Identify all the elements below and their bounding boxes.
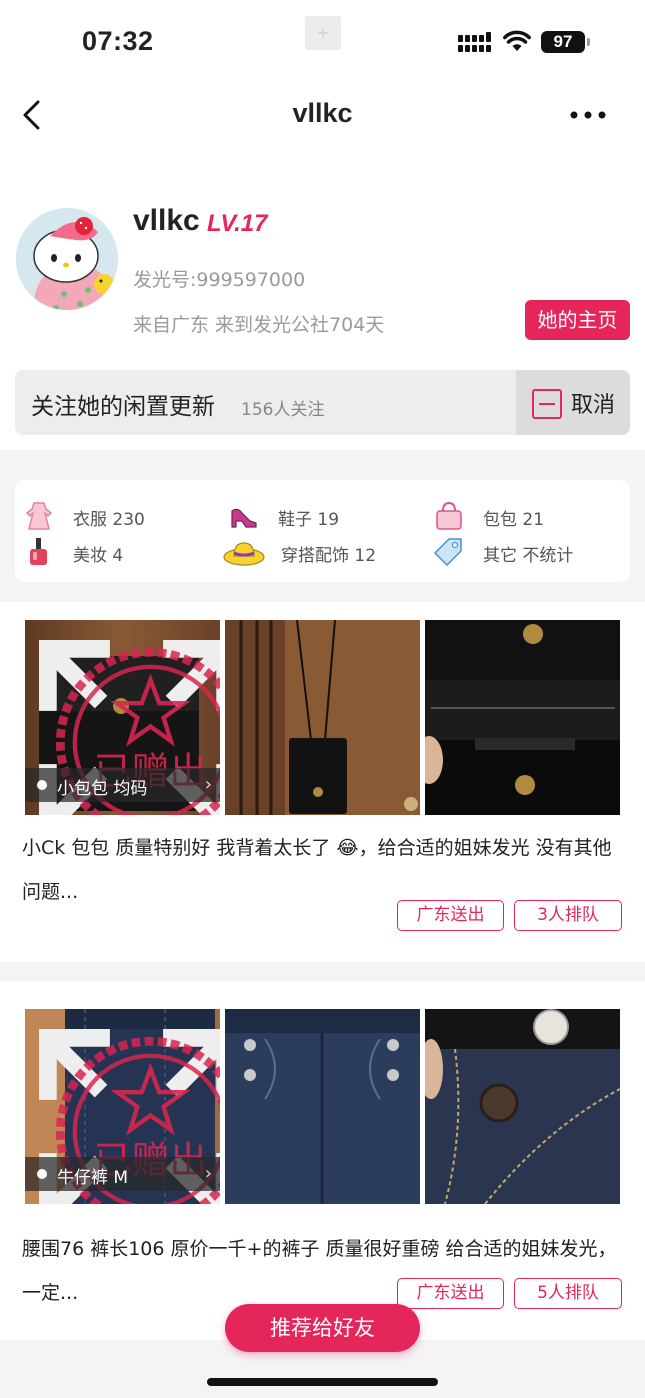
add-icon: + [305,16,341,50]
minus-box-icon [532,389,562,419]
category-makeup[interactable]: 美妆 4 [23,537,213,567]
jeans-button-photo [425,1009,620,1204]
user-id: 发光号:999597000 [133,269,306,291]
item-tag[interactable]: 牛仔裤 M › [25,1157,220,1191]
bag-open-photo [425,620,620,815]
her-homepage-button[interactable]: 她的主页 [525,300,630,340]
category-label: 包包 21 [483,510,545,530]
level-badge: LV.17 [207,210,268,237]
chevron-right-icon: › [204,774,212,795]
listing-photo[interactable] [225,620,420,815]
tag-icon [434,538,462,566]
listing-photo[interactable]: 已赠出 牛仔裤 M › [25,1009,220,1204]
more-options-icon[interactable] [568,108,608,122]
username: vllkc [133,204,200,237]
follower-count: 156人关注 [241,400,325,420]
item-tag[interactable]: 小包包 均码 › [25,768,220,802]
battery-icon: 97 [541,31,590,53]
status-bar: 07:32 + 97 [0,0,645,80]
listing-card[interactable]: 已赠出 牛仔裤 M › 腰围76 裤长106 原价一千+的裤子 质量很好重磅 [0,981,645,1340]
recommend-to-friend-button[interactable]: 推荐给好友 [225,1304,420,1352]
category-stats-card: 衣服 230 鞋子 19 包包 21 美妆 4 穿搭配饰 12 其它 不统计 [15,480,630,582]
location-badge[interactable]: 广东送出 [397,1278,504,1309]
category-label: 穿搭配饰 12 [281,546,377,566]
category-label: 其它 不统计 [483,546,574,566]
listing-photo[interactable]: 已赠出 小包包 均码 › [25,620,220,815]
item-tag-label: 牛仔裤 M [57,1168,129,1188]
page-title: vllkc [292,98,353,128]
location-badge[interactable]: 广东送出 [397,900,504,931]
unfollow-button[interactable]: 取消 [516,370,630,435]
follow-label: 关注她的闲置更新 [31,394,215,420]
category-clothes[interactable]: 衣服 230 [23,501,213,531]
listing-photo[interactable] [425,620,620,815]
jeans-back-photo [225,1009,420,1204]
sun-hat-icon [223,542,265,566]
nav-bar: vllkc [0,80,645,160]
item-tag-label: 小包包 均码 [57,779,148,799]
dot-icon [37,780,47,790]
unfollow-label: 取消 [571,393,616,418]
bag-hanging-photo [225,620,420,815]
listing-card[interactable]: 已赠出 小包包 均码 › [0,602,645,962]
chevron-right-icon: › [204,1163,212,1184]
listing-photo[interactable] [225,1009,420,1204]
home-indicator[interactable] [207,1378,438,1386]
profile-section: vllkc LV.17 发光号:999597000 来自广东 来到发光公社704… [0,160,645,450]
category-shoes[interactable]: 鞋子 19 [228,501,418,531]
high-heel-icon [231,508,257,528]
avatar[interactable] [16,208,118,310]
hello-kitty-avatar-image [16,208,118,310]
listing-photo[interactable] [425,1009,620,1204]
category-label: 美妆 4 [73,546,124,566]
nail-polish-icon [30,538,47,565]
category-bags[interactable]: 包包 21 [433,501,623,531]
handbag-icon [436,501,462,530]
category-label: 衣服 230 [73,510,145,530]
category-label: 鞋子 19 [278,510,340,530]
queue-badge[interactable]: 3人排队 [514,900,622,931]
wifi-icon [503,30,531,51]
cellular-signal-icon [458,32,491,52]
category-accessories[interactable]: 穿搭配饰 12 [222,537,422,567]
queue-badge[interactable]: 5人排队 [514,1278,622,1309]
category-other[interactable]: 其它 不统计 [433,537,623,567]
follow-updates-bar: 关注她的闲置更新 156人关注 取消 [15,370,630,435]
dress-icon [26,502,52,530]
dot-icon [37,1169,47,1179]
status-time: 07:32 [82,26,154,56]
user-location-days: 来自广东 来到发光公社704天 [133,314,385,336]
